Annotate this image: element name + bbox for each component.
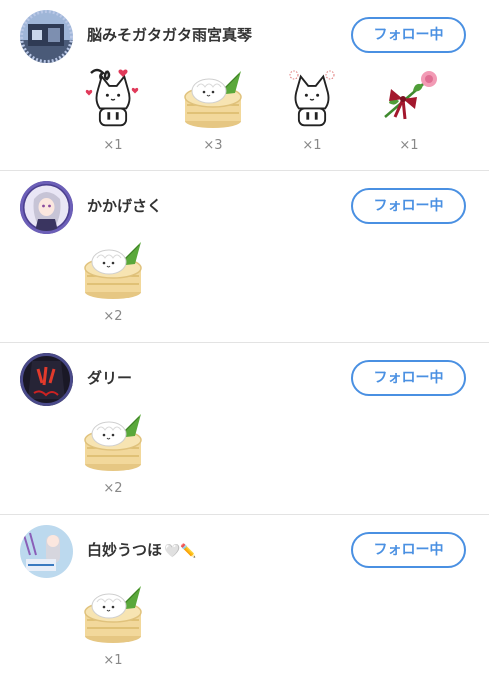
- follow-button[interactable]: フォロー中: [351, 17, 466, 53]
- gift-count: ×1: [399, 138, 419, 153]
- avatar[interactable]: [20, 10, 73, 63]
- rose-ribbon-icon: [384, 71, 437, 120]
- follow-button[interactable]: フォロー中: [351, 360, 466, 396]
- gift-count: ×1: [103, 653, 123, 668]
- avatar[interactable]: [20, 353, 73, 406]
- gift-count: ×2: [103, 309, 123, 324]
- avatar[interactable]: [20, 525, 73, 578]
- steamed-bun-icon: [83, 408, 143, 473]
- gift-list: ×1 ×3 ×1 ×1: [0, 65, 489, 155]
- gift-count: ×3: [203, 138, 223, 153]
- steamed-bun-icon: [83, 580, 143, 645]
- gift-list: ×1: [0, 580, 489, 670]
- follow-button[interactable]: フォロー中: [351, 188, 466, 224]
- username[interactable]: 白妙うつほ 🤍✏️: [87, 539, 196, 560]
- gift-item: ×2: [83, 236, 143, 328]
- follower-entry: かかげさく フォロー中 ×2: [0, 171, 489, 343]
- gift-count: ×1: [302, 138, 322, 153]
- follower-entry: ダリー フォロー中 ×2: [0, 343, 489, 515]
- username[interactable]: 脳みそガタガタ雨宮真琴: [87, 24, 252, 45]
- gift-count: ×1: [103, 138, 123, 153]
- gift-list: ×2: [0, 408, 489, 498]
- follower-entry: 脳みそガタガタ雨宮真琴 フォロー中 ×1 ×3 ×1 ×1: [0, 0, 489, 171]
- steamed-bun-icon: [183, 65, 243, 130]
- gift-item: ×3: [183, 65, 243, 157]
- gift-item: ×2: [83, 408, 143, 500]
- gift-list: ×2: [0, 236, 489, 326]
- suki-cat-sticker-icon: [85, 68, 139, 127]
- gift-count: ×2: [103, 481, 123, 496]
- gift-item: ×1: [83, 580, 143, 672]
- steamed-bun-icon: [83, 236, 143, 301]
- follower-entry: 白妙うつほ 🤍✏️ フォロー中 ×1: [0, 515, 489, 680]
- username[interactable]: ダリー: [87, 367, 132, 388]
- follower-list: 脳みそガタガタ雨宮真琴 フォロー中 ×1 ×3 ×1 ×1 かかげさく フォロー…: [0, 0, 489, 680]
- avatar[interactable]: [20, 181, 73, 234]
- gift-item: ×1: [282, 65, 342, 157]
- username[interactable]: かかげさく: [87, 195, 162, 216]
- gift-item: ×1: [83, 65, 143, 157]
- cat-sticker-icon: [289, 70, 335, 127]
- follow-button[interactable]: フォロー中: [351, 532, 466, 568]
- gift-item: ×1: [379, 65, 439, 157]
